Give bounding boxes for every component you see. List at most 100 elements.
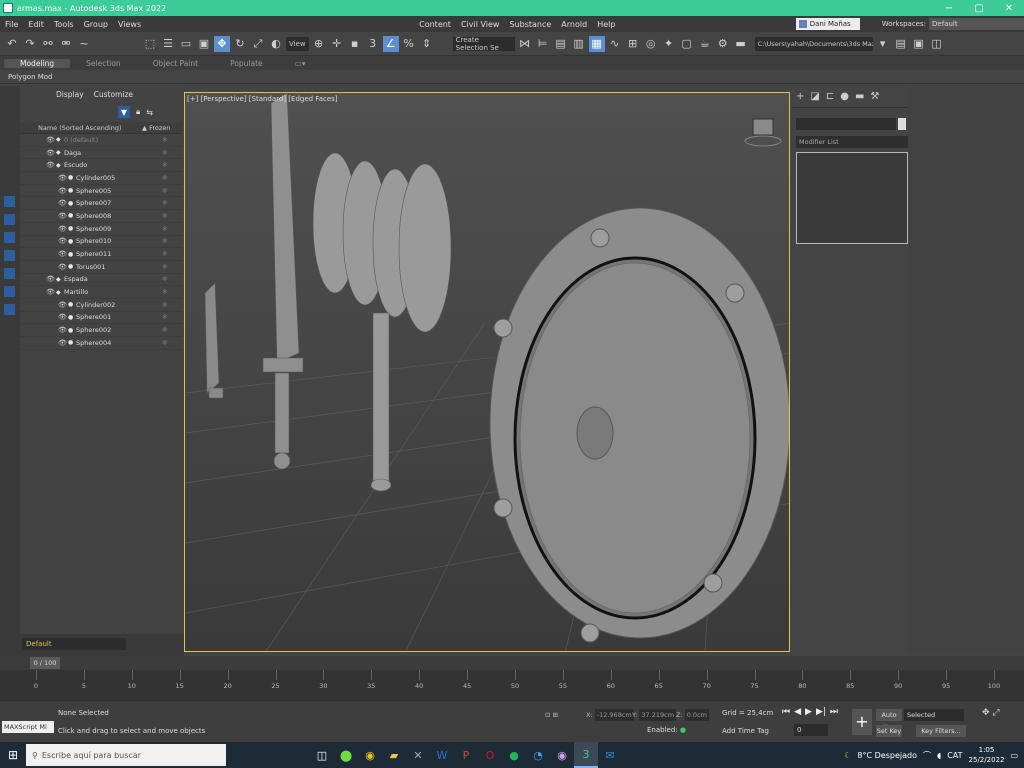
- percent-snap-icon[interactable]: %: [401, 36, 417, 52]
- viewport-nav-icons[interactable]: ✥ ⤢: [982, 707, 1000, 719]
- select-move-icon[interactable]: ✥: [214, 35, 230, 52]
- freeze-icon[interactable]: ❄: [162, 339, 182, 347]
- visibility-eye-icon[interactable]: 👁︎: [58, 301, 68, 309]
- project-browse-icon[interactable]: ▣: [911, 36, 927, 52]
- render-icon[interactable]: ☕: [697, 36, 713, 52]
- x-coordinate[interactable]: X: -12.968cm: [586, 709, 634, 721]
- freeze-icon[interactable]: ❄: [162, 263, 182, 271]
- menu-substance[interactable]: Substance: [504, 20, 556, 29]
- clock[interactable]: 1:05 25/2/2022: [969, 745, 1005, 765]
- next-frame-icon[interactable]: ▶|: [816, 707, 826, 717]
- app-icon-generic[interactable]: ◉: [550, 742, 574, 768]
- explorer-row[interactable]: 👁︎ ● Sphere007 ❄: [20, 197, 182, 211]
- weather-icon[interactable]: ☾: [844, 751, 851, 760]
- explorer-row[interactable]: 👁︎ ● Torus001 ❄: [20, 261, 182, 274]
- spotify-icon[interactable]: ●: [502, 742, 526, 768]
- adaptive-degradation[interactable]: Enabled: ●: [647, 726, 686, 734]
- ribbon-tab-object-paint[interactable]: Object Paint: [137, 59, 214, 68]
- davinci-icon[interactable]: ✕: [406, 742, 430, 768]
- display-tab-icon[interactable]: ▬: [855, 91, 864, 102]
- explorer-menu-display[interactable]: Display: [56, 90, 84, 99]
- toggle-ribbon-icon[interactable]: ▥: [571, 36, 587, 52]
- select-manipulate-icon[interactable]: ✛: [329, 36, 345, 52]
- time-slider-thumb[interactable]: 0 / 100: [30, 657, 60, 669]
- menu-civil-view[interactable]: Civil View: [456, 20, 505, 29]
- project-path[interactable]: C:\Users\yahah\Documents\3ds Max 2022: [754, 36, 873, 51]
- region-select-icon[interactable]: ▭: [178, 36, 194, 52]
- visibility-eye-icon[interactable]: 👁︎: [58, 237, 68, 245]
- project-folder-icon[interactable]: ▤: [893, 36, 909, 52]
- menu-file[interactable]: File: [0, 20, 23, 29]
- menu-edit[interactable]: Edit: [23, 20, 49, 29]
- modify-tab-icon[interactable]: ◪: [810, 91, 819, 102]
- freeze-icon[interactable]: ❄: [162, 136, 182, 144]
- z-value[interactable]: 0.0cm: [684, 709, 709, 721]
- z-coordinate[interactable]: Z: 0.0cm: [676, 709, 709, 721]
- current-layer-dropdown[interactable]: Default: [22, 638, 126, 650]
- task-view-icon[interactable]: ◫: [310, 742, 334, 768]
- curve-editor-icon[interactable]: ∿: [607, 36, 623, 52]
- powerpoint-icon[interactable]: P: [454, 742, 478, 768]
- select-scale-icon[interactable]: ⤢: [250, 36, 266, 52]
- visibility-eye-icon[interactable]: 👁︎: [58, 313, 68, 321]
- project-dropdown-icon[interactable]: ▾: [875, 36, 891, 52]
- explorer-row[interactable]: 👁︎ ● Sphere001 ❄: [20, 312, 182, 325]
- link-icon[interactable]: ⚯: [40, 36, 56, 52]
- windows-start-icon[interactable]: ⊞: [0, 742, 26, 768]
- visibility-eye-icon[interactable]: 👁︎: [58, 187, 68, 195]
- freeze-icon[interactable]: ❄: [162, 187, 182, 195]
- explorer-menu-customize[interactable]: Customize: [94, 90, 133, 99]
- visibility-eye-icon[interactable]: 👁︎: [58, 199, 68, 207]
- explorer-row[interactable]: 👁︎ ◆ 0 (default) ❄: [20, 134, 182, 147]
- freeze-icon[interactable]: ❄: [162, 199, 182, 207]
- render-production-icon[interactable]: ⚙: [715, 36, 731, 52]
- x-value[interactable]: -12.968cm: [594, 709, 634, 721]
- perspective-viewport[interactable]: [+] [Perspective] [Standard] [Edged Face…: [184, 92, 790, 652]
- explorer-row[interactable]: 👁︎ ● Sphere009 ❄: [20, 223, 182, 236]
- hammer-model[interactable]: [312, 152, 452, 492]
- object-color-swatch[interactable]: [898, 118, 906, 130]
- visibility-eye-icon[interactable]: 👁︎: [58, 263, 68, 271]
- column-name[interactable]: Name (Sorted Ascending): [20, 124, 142, 132]
- upwork-icon[interactable]: ⬤: [334, 742, 358, 768]
- object-name-field[interactable]: [796, 118, 896, 130]
- maximize-button[interactable]: ▢: [964, 3, 994, 14]
- create-tab-icon[interactable]: +: [796, 91, 804, 102]
- mail-icon[interactable]: ✉: [598, 742, 622, 768]
- explorer-row[interactable]: 👁︎ ● Cylinder002 ❄: [20, 299, 182, 312]
- spinner-snap-icon[interactable]: ⇕: [419, 36, 435, 52]
- user-account-dropdown[interactable]: Dani Mañas: [795, 18, 860, 30]
- selection-set-dropdown[interactable]: Create Selection Se: [452, 36, 515, 52]
- visibility-eye-icon[interactable]: 👁︎: [58, 326, 68, 334]
- explorer-row[interactable]: 👁︎ ● Sphere010 ❄: [20, 236, 182, 249]
- angle-snap-icon[interactable]: ∠: [382, 35, 399, 52]
- explorer-row[interactable]: 👁︎ ◆ Daga ❄: [20, 147, 182, 160]
- freeze-icon[interactable]: ❄: [162, 149, 182, 157]
- menu-views[interactable]: Views: [113, 20, 146, 29]
- key-filters-button[interactable]: Key Filters...: [916, 725, 966, 737]
- hierarchy-tab-icon[interactable]: ⊏: [826, 91, 834, 102]
- unlink-icon[interactable]: ⚮: [58, 36, 74, 52]
- visibility-eye-icon[interactable]: 👁︎: [58, 225, 68, 233]
- align-icon[interactable]: ⊨: [535, 36, 551, 52]
- modifier-stack[interactable]: [796, 152, 908, 244]
- select-by-name-icon[interactable]: ☰: [160, 36, 176, 52]
- weather-text[interactable]: 8°C Despejado: [857, 751, 917, 760]
- go-to-end-icon[interactable]: ⏭: [830, 707, 838, 717]
- close-button[interactable]: ✕: [994, 3, 1024, 14]
- freeze-icon[interactable]: ❄: [162, 250, 182, 258]
- window-crossing-icon[interactable]: ▣: [196, 36, 212, 52]
- material-editor-icon[interactable]: ◎: [643, 36, 659, 52]
- play-icon[interactable]: ▶: [805, 707, 812, 717]
- explorer-row[interactable]: 👁︎ ● Sphere005 ❄: [20, 185, 182, 198]
- workspace-dropdown[interactable]: Default: [929, 18, 1024, 30]
- volume-icon[interactable]: ◖: [937, 751, 941, 760]
- visibility-eye-icon[interactable]: 👁︎: [46, 149, 56, 157]
- add-time-tag[interactable]: Add Time Tag: [722, 727, 769, 735]
- snaps-toggle-icon[interactable]: 3: [365, 36, 381, 52]
- menu-content[interactable]: Content: [414, 20, 456, 29]
- explorer-row[interactable]: 👁︎ ● Sphere008 ❄: [20, 210, 182, 223]
- freeze-icon[interactable]: ❄: [162, 301, 182, 309]
- redo-icon[interactable]: ↷: [22, 36, 38, 52]
- taskbar-search[interactable]: ⚲ Escribe aquí para buscar: [26, 744, 226, 766]
